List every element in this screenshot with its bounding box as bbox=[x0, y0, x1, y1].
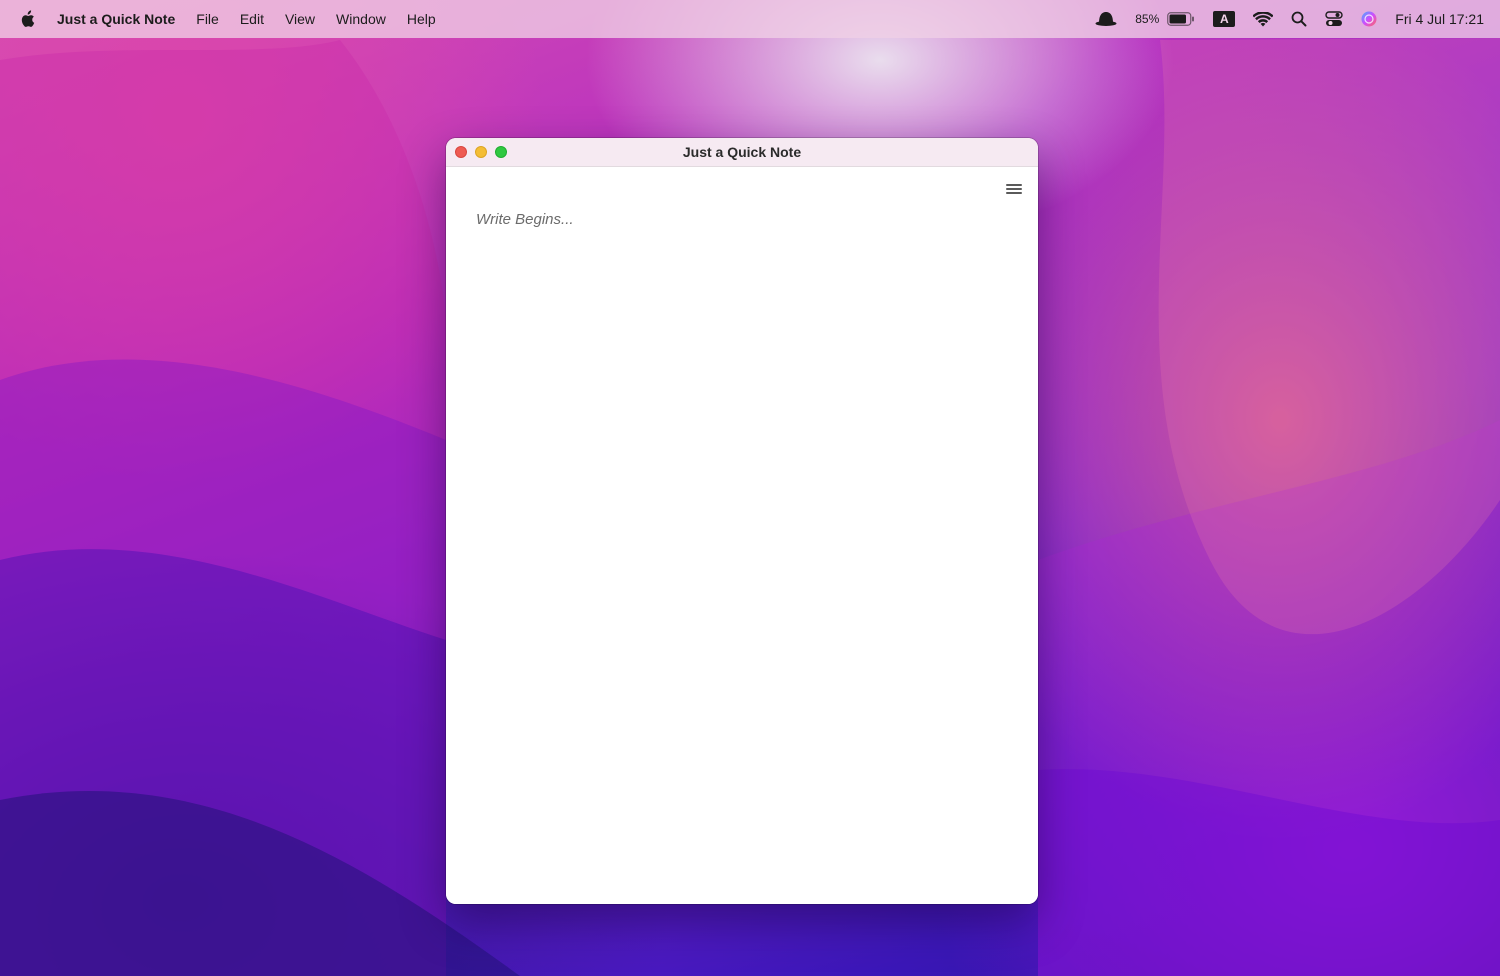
menu-window[interactable]: Window bbox=[336, 11, 386, 27]
menu-view[interactable]: View bbox=[285, 11, 315, 27]
menu-edit[interactable]: Edit bbox=[240, 11, 264, 27]
menu-help[interactable]: Help bbox=[407, 11, 436, 27]
window-titlebar[interactable]: Just a Quick Note bbox=[446, 138, 1038, 167]
note-text-area[interactable] bbox=[476, 211, 1008, 884]
siri-icon[interactable] bbox=[1361, 11, 1377, 27]
close-button[interactable] bbox=[455, 146, 467, 158]
wifi-icon[interactable] bbox=[1253, 11, 1274, 27]
window-title: Just a Quick Note bbox=[682, 144, 802, 160]
window-controls bbox=[455, 146, 515, 158]
battery-percentage: 85% bbox=[1135, 12, 1160, 26]
hamburger-menu-icon[interactable] bbox=[1006, 182, 1022, 196]
minimize-button[interactable] bbox=[475, 146, 487, 158]
search-icon[interactable] bbox=[1291, 11, 1307, 27]
keyboard-input-icon[interactable]: A bbox=[1213, 11, 1236, 27]
menu-file[interactable]: File bbox=[196, 11, 219, 27]
apple-icon[interactable] bbox=[18, 9, 36, 29]
menu-bar: Just a Quick Note File Edit View Window … bbox=[0, 0, 1500, 38]
zoom-button[interactable] bbox=[495, 146, 507, 158]
note-window: Just a Quick Note bbox=[446, 138, 1038, 904]
battery-icon[interactable] bbox=[1167, 12, 1195, 26]
app-menu[interactable]: Just a Quick Note bbox=[57, 11, 175, 27]
hat-icon[interactable] bbox=[1095, 11, 1117, 27]
control-center-icon[interactable] bbox=[1325, 11, 1343, 27]
note-content bbox=[446, 167, 1038, 904]
menu-bar-clock[interactable]: Fri 4 Jul 17:21 bbox=[1395, 11, 1484, 27]
